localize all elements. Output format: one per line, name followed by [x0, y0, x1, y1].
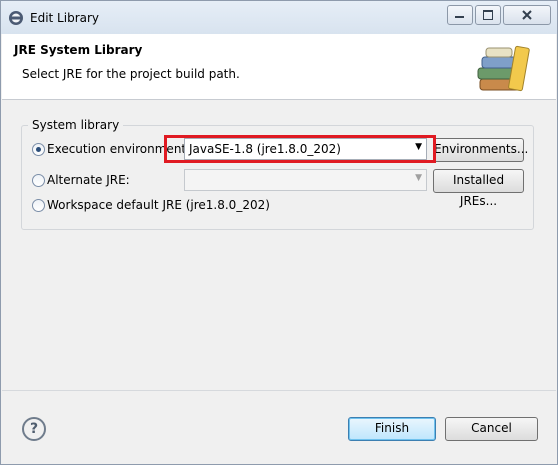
maximize-button[interactable] [475, 5, 501, 25]
close-icon [522, 10, 532, 20]
dialog-banner: JRE System Library Select JRE for the pr… [2, 34, 556, 100]
minimize-icon [455, 16, 464, 18]
dropdown-arrow-icon: ▼ [415, 173, 422, 183]
help-icon[interactable]: ? [22, 417, 46, 441]
workspace-default-jre-label[interactable]: Workspace default JRE (jre1.8.0_202) [47, 198, 270, 212]
environments-button[interactable]: Environments... [433, 138, 528, 162]
title-bar[interactable]: Edit Library [1, 1, 557, 34]
group-label: System library [28, 118, 124, 132]
installed-jres-button[interactable]: Installed JREs... [433, 169, 524, 208]
finish-button[interactable]: Finish [348, 417, 436, 441]
workspace-default-jre-radio[interactable] [32, 199, 45, 212]
minimize-button[interactable] [447, 5, 473, 25]
banner-title: JRE System Library [14, 43, 143, 57]
alternate-jre-dropdown[interactable]: ▼ [184, 169, 427, 191]
alternate-jre-radio[interactable] [32, 174, 45, 187]
maximize-icon [483, 10, 493, 20]
cancel-button[interactable]: Cancel [445, 417, 538, 441]
window-title: Edit Library [30, 11, 100, 25]
edit-library-dialog: Edit Library JRE System Library Select J… [0, 0, 558, 465]
red-highlight-box [164, 135, 436, 163]
close-button[interactable] [503, 5, 551, 25]
library-books-icon [477, 45, 530, 92]
execution-environment-radio[interactable] [32, 143, 45, 156]
banner-description: Select JRE for the project build path. [22, 67, 240, 81]
footer-separator [2, 390, 556, 391]
eclipse-app-icon [9, 11, 23, 25]
alternate-jre-label[interactable]: Alternate JRE: [47, 173, 130, 187]
